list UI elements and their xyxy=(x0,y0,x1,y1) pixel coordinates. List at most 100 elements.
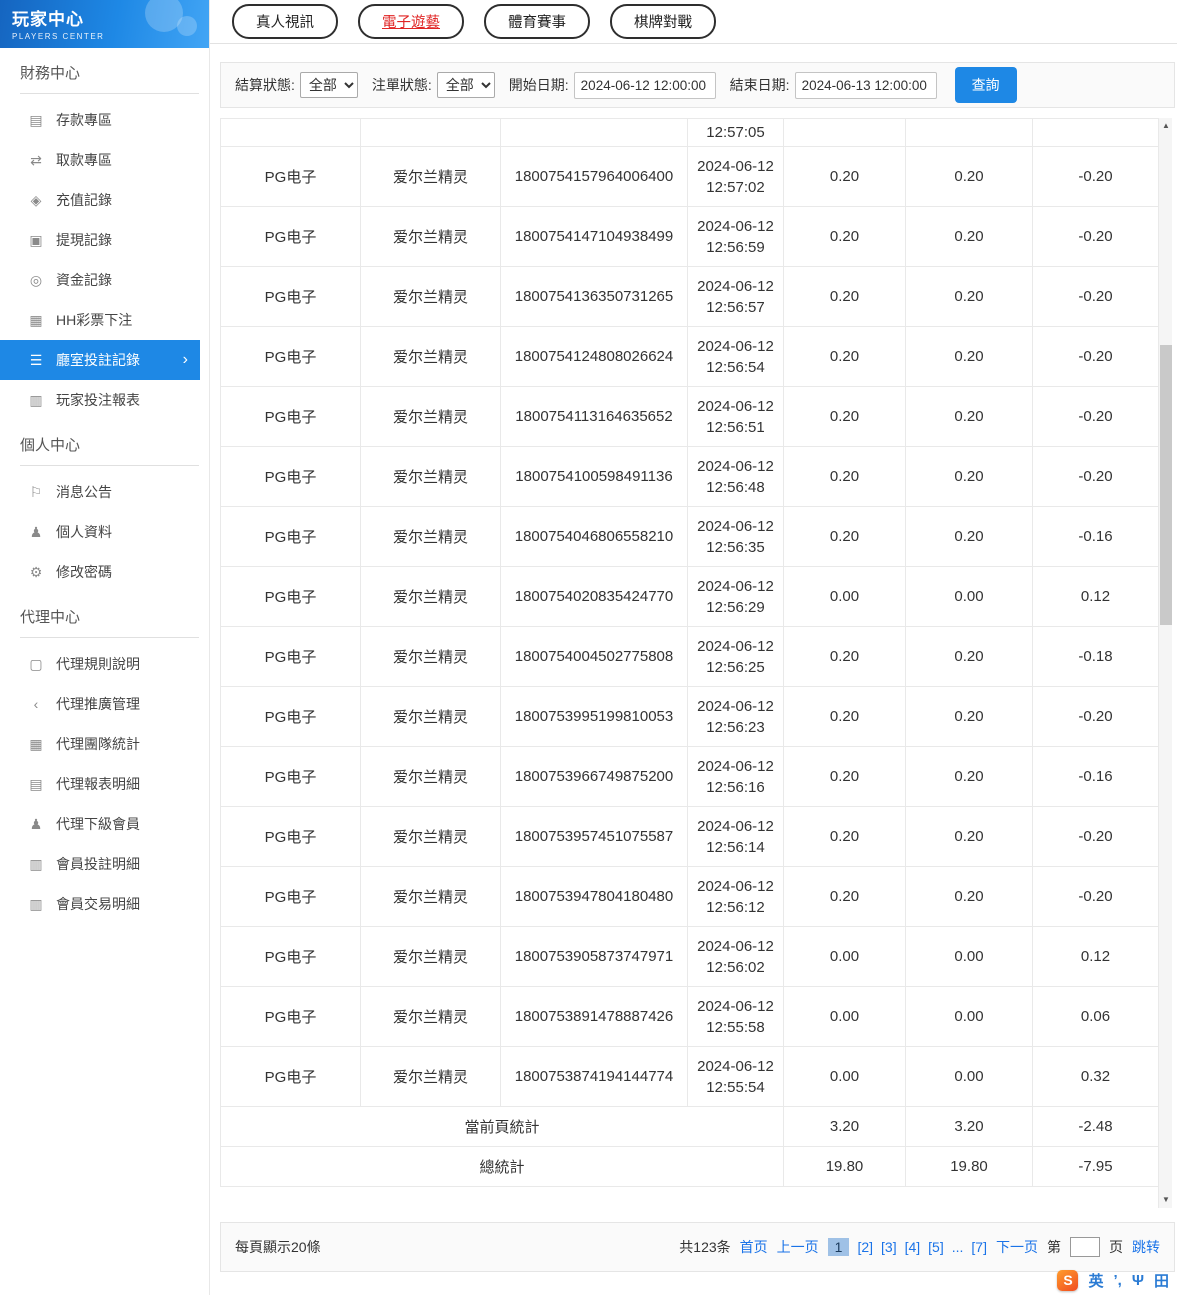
sidebar-item[interactable]: ▥ 玩家投注報表 › xyxy=(0,380,210,420)
search-button[interactable]: 查詢 xyxy=(954,67,1017,103)
ime-keyboard-icon[interactable]: 田 xyxy=(1154,1270,1169,1291)
page-jump-input[interactable] xyxy=(1070,1237,1100,1257)
tab-label: 電子遊藝 xyxy=(382,15,440,31)
table-row: PG电子 爱尔兰精灵 1800753905873747971 2024-06-1… xyxy=(220,926,1159,987)
page-link[interactable]: 1 xyxy=(827,1238,850,1256)
scrollbar-thumb[interactable] xyxy=(1160,345,1172,625)
cell-order-number: 1800753891478887426 xyxy=(500,986,688,1047)
sidebar-item-label: 會員交易明細 xyxy=(56,896,140,912)
cell-winloss: -0.20 xyxy=(1032,806,1159,867)
cell-date: 2024-06-12 xyxy=(697,517,774,535)
cell-time: 12:56:48 xyxy=(706,478,765,496)
table-row: PG电子 爱尔兰精灵 1800753891478887426 2024-06-1… xyxy=(220,986,1159,1047)
cell-valid-amount xyxy=(905,118,1033,147)
sidebar-item-label: 會員投註明細 xyxy=(56,856,140,872)
category-tab[interactable]: 電子遊藝 xyxy=(358,4,464,39)
cell-game: 爱尔兰精灵 xyxy=(360,746,501,807)
cell-date: 2024-06-12 xyxy=(697,457,774,475)
sidebar: 玩家中心 PLAYERS CENTER 財務中心 ▤ 存款專區 › ⇄ 取款專區… xyxy=(0,0,210,1295)
end-date-input[interactable] xyxy=(794,71,937,99)
table-scrollbar[interactable]: ▲ ▼ xyxy=(1158,118,1172,1208)
sidebar-item[interactable]: ♟ 代理下級會員 › xyxy=(0,804,210,844)
cell-order-number: 1800754157964006400 xyxy=(500,146,688,207)
cell-datetime: 2024-06-12 12:56:51 xyxy=(687,386,784,447)
cell-winloss: -0.16 xyxy=(1032,506,1159,567)
sidebar-item[interactable]: ▤ 代理報表明細 › xyxy=(0,764,210,804)
sidebar-item-label: 個人資料 xyxy=(56,524,112,540)
ime-punct-toggle[interactable]: ’, xyxy=(1114,1272,1122,1289)
start-date-input[interactable] xyxy=(573,71,716,99)
order-status-select[interactable]: 全部 xyxy=(436,72,495,98)
cell-platform: PG电子 xyxy=(220,806,361,867)
sidebar-item[interactable]: ⇄ 取款專區 › xyxy=(0,140,210,180)
member-trans-detail-icon: ▥ xyxy=(29,895,43,912)
sidebar-item[interactable]: ▦ HH彩票下注 › xyxy=(0,300,210,340)
sidebar-item[interactable]: ▥ 會員投註明細 › xyxy=(0,844,210,884)
cell-platform: PG电子 xyxy=(220,986,361,1047)
prev-page-link[interactable]: 上一页 xyxy=(777,1237,819,1257)
sidebar-item[interactable]: ▦ 代理團隊統計 › xyxy=(0,724,210,764)
sidebar-item[interactable]: ♟ 個人資料 › xyxy=(0,512,210,552)
sidebar-item[interactable]: ☰ 廳室投註記錄 › xyxy=(0,340,200,380)
page-link[interactable]: ... xyxy=(952,1239,964,1255)
page-link[interactable]: [3] xyxy=(881,1239,897,1255)
agent-team-icon: ▦ xyxy=(29,735,43,752)
cell-valid-amount: 0.20 xyxy=(905,626,1033,687)
category-tab[interactable]: 體育賽事 xyxy=(484,4,590,39)
category-tab[interactable]: 棋牌對戰 xyxy=(610,4,716,39)
cell-time: 12:55:54 xyxy=(706,1078,765,1096)
page-link[interactable]: [4] xyxy=(905,1239,921,1255)
sidebar-item[interactable]: ◈ 充值記錄 › xyxy=(0,180,210,220)
app-subtitle: PLAYERS CENTER xyxy=(12,32,105,41)
ime-lang-toggle[interactable]: 英 xyxy=(1088,1270,1103,1291)
category-tab[interactable]: 真人視訊 xyxy=(232,4,338,39)
sidebar-item-label: 資金記錄 xyxy=(56,272,112,288)
sogou-input-icon[interactable]: S xyxy=(1057,1269,1079,1291)
cell-winloss: -0.20 xyxy=(1032,326,1159,387)
page-link[interactable]: [5] xyxy=(928,1239,944,1255)
cell-date: 2024-06-12 xyxy=(697,877,774,895)
scroll-down-arrow[interactable]: ▼ xyxy=(1159,1193,1173,1207)
cell-datetime: 2024-06-12 12:56:14 xyxy=(687,806,784,867)
cell-datetime: 2024-06-12 12:56:12 xyxy=(687,866,784,927)
sidebar-item[interactable]: ⚐ 消息公告 › xyxy=(0,472,210,512)
scroll-up-arrow[interactable]: ▲ xyxy=(1159,119,1173,133)
sidebar-item[interactable]: ▤ 存款專區 › xyxy=(0,100,210,140)
agent-report-icon: ▤ xyxy=(29,775,43,792)
cell-order-number: 1800753995199810053 xyxy=(500,686,688,747)
cell-datetime: 12:57:05 xyxy=(687,118,784,147)
sidebar-item[interactable]: ◎ 資金記錄 › xyxy=(0,260,210,300)
settle-status-select[interactable]: 全部 xyxy=(299,72,358,98)
agent-promo-icon: ‹ xyxy=(33,696,39,712)
member-bet-detail-icon: ▥ xyxy=(29,855,43,872)
cell-valid-amount: 0.20 xyxy=(905,146,1033,207)
page-link[interactable]: [2] xyxy=(857,1239,873,1255)
sidebar-item[interactable]: ▥ 會員交易明細 › xyxy=(0,884,210,924)
cell-date: 2024-06-12 xyxy=(697,997,774,1015)
cell-order-number: 1800753947804180480 xyxy=(500,866,688,927)
deposit-icon: ▤ xyxy=(29,111,43,128)
cell-time: 12:56:12 xyxy=(706,898,765,916)
funds-icon: ◎ xyxy=(29,271,43,288)
sidebar-item[interactable]: ▢ 代理規則說明 › xyxy=(0,644,210,684)
cell-game: 爱尔兰精灵 xyxy=(360,266,501,327)
sidebar-item[interactable]: ‹ 代理推廣管理 › xyxy=(0,684,210,724)
cell-datetime: 2024-06-12 12:56:02 xyxy=(687,926,784,987)
jump-button[interactable]: 跳转 xyxy=(1132,1237,1160,1257)
records-table-body: PG电子 爱尔兰精灵 1800754157964006400 2024-06-1… xyxy=(220,146,1159,1107)
sidebar-item[interactable]: ⚙ 修改密碼 › xyxy=(0,552,210,592)
cell-bet-amount: 0.20 xyxy=(783,266,906,327)
cell-valid-amount: 0.20 xyxy=(905,746,1033,807)
first-page-link[interactable]: 首页 xyxy=(740,1237,768,1257)
cell-date: 2024-06-12 xyxy=(697,817,774,835)
cell-winloss: -0.20 xyxy=(1032,146,1159,207)
tab-label: 棋牌對戰 xyxy=(634,15,692,31)
ime-mic-icon[interactable]: Ψ xyxy=(1132,1272,1144,1289)
sidebar-item[interactable]: ▣ 提現記錄 › xyxy=(0,220,210,260)
cell-valid-amount: 0.20 xyxy=(905,866,1033,927)
partial-row-body: 12:57:05 xyxy=(220,118,1159,147)
page-link[interactable]: [7] xyxy=(971,1239,987,1255)
password-icon: ⚙ xyxy=(29,563,43,580)
sidebar-item-label: 代理推廣管理 xyxy=(56,696,140,712)
next-page-link[interactable]: 下一页 xyxy=(996,1237,1038,1257)
